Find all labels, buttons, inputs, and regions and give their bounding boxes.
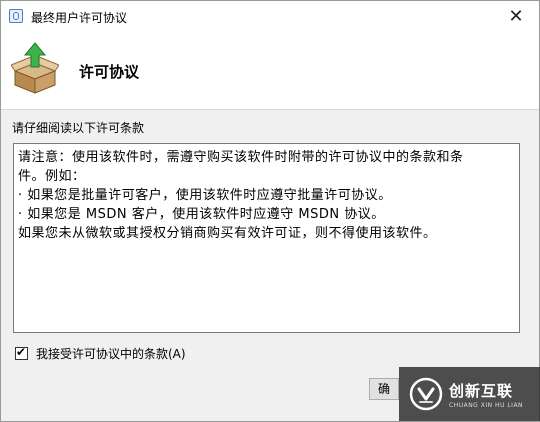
title-bar[interactable]: 最终用户许可协议 ✕ (1, 1, 539, 31)
installer-app-icon (9, 9, 23, 23)
license-line: · 如果您是批量许可客户，使用该软件时应遵守批量许可协议。 (18, 188, 392, 203)
dialog-header: 许可协议 (1, 31, 539, 110)
header-title: 许可协议 (79, 63, 140, 81)
watermark: 创新互联 CHUANG XIN HU LIAN (399, 367, 540, 421)
license-line: 请注意：使用该软件时，需遵守购买该软件时附带的许可协议中的条款和条 (18, 150, 464, 165)
window-title: 最终用户许可协议 (31, 11, 128, 25)
package-install-icon (11, 42, 59, 94)
accept-label[interactable]: 我接受许可协议中的条款(A) (36, 345, 186, 362)
brand-logo-icon (409, 377, 443, 411)
ok-button[interactable]: 确 (369, 378, 399, 400)
instruction-text: 请仔细阅读以下许可条款 (12, 121, 145, 135)
watermark-sub: CHUANG XIN HU LIAN (449, 401, 524, 409)
watermark-brand: 创新互联 (449, 381, 514, 400)
license-line: · 如果您是 MSDN 客户，使用该软件时应遵守 MSDN 协议。 (18, 207, 385, 222)
accept-row[interactable]: ✔ 我接受许可协议中的条款(A) (15, 345, 186, 362)
close-button[interactable]: ✕ (493, 1, 539, 31)
license-line: 件。例如： (18, 169, 86, 184)
license-dialog: 最终用户许可协议 ✕ 许可协议 请仔细阅读以下许可条款 请注意：使用该软件时，需… (0, 0, 540, 422)
license-text-box[interactable]: 请注意：使用该软件时，需遵守购买该软件时附带的许可协议中的条款和条 件。例如： … (13, 143, 520, 333)
checkmark-icon: ✔ (16, 345, 27, 359)
accept-checkbox[interactable]: ✔ (15, 345, 28, 360)
license-line: 如果您未从微软或其授权分销商购买有效许可证，则不得使用该软件。 (18, 226, 437, 241)
